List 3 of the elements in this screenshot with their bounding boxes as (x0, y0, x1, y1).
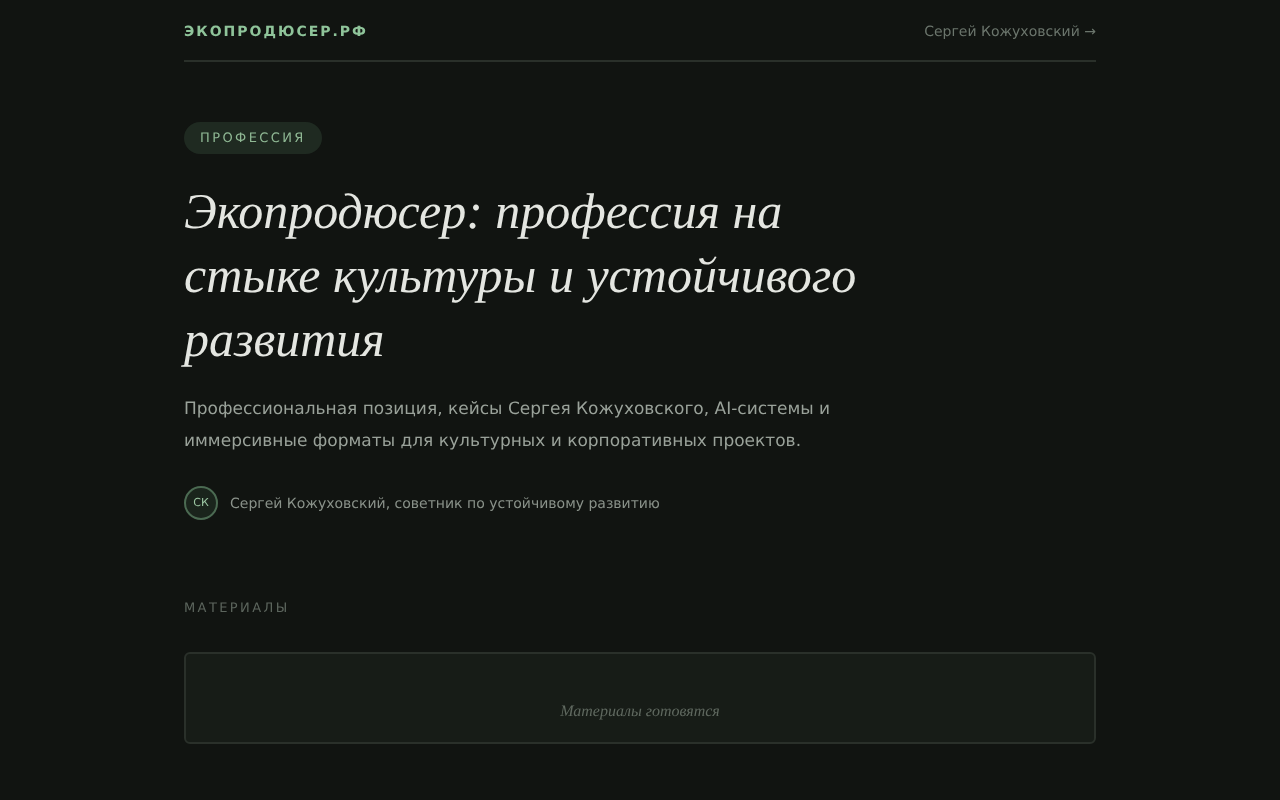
page-title: Экопродюсер: профессия на стыке культуры и устойчивого развития (184, 184, 859, 372)
lead-paragraph: Профессиональная позиция, кейсы Сергея Кожуховского, AI-системы и иммерсивные форматы для культурных и корпоративных проектов. (184, 398, 833, 456)
placeholder-text: Материалы готовятся (560, 702, 720, 720)
